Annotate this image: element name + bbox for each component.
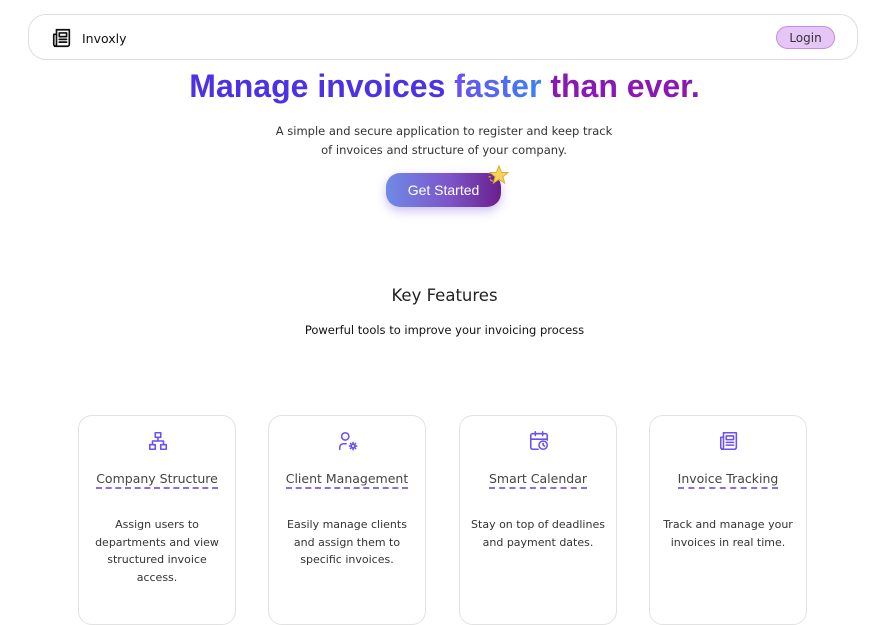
feature-card-client-management: Client Management Easily manage clients …	[268, 415, 426, 625]
user-gear-icon	[338, 431, 358, 451]
features-title: Key Features	[391, 286, 498, 305]
feature-title-wrap: Invoice Tracking	[650, 471, 806, 489]
top-navbar: Invoxly Login	[28, 14, 858, 60]
calendar-clock-icon	[529, 431, 549, 451]
hero-title-part2: faster	[454, 68, 542, 104]
feature-card-invoice-tracking: Invoice Tracking Track and manage your i…	[649, 415, 807, 625]
features-subtitle: Powerful tools to improve your invoicing…	[304, 323, 585, 337]
feature-title: Smart Calendar	[489, 471, 587, 489]
newspaper-icon	[52, 28, 71, 48]
feature-description: Easily manage clients and assign them to…	[287, 518, 407, 566]
feature-title-wrap: Client Management	[269, 471, 425, 489]
newspaper-icon	[719, 431, 738, 451]
hero-title-part3: than ever.	[541, 68, 700, 104]
star-icon	[488, 165, 510, 185]
feature-title-wrap: Company Structure	[79, 471, 235, 489]
feature-title-wrap: Smart Calendar	[460, 471, 616, 489]
feature-description: Track and manage your invoices in real t…	[663, 518, 793, 549]
hero-subtitle: A simple and secure application to regis…	[275, 124, 613, 157]
get-started-button[interactable]: Get Started	[386, 173, 501, 207]
brand-name: Invoxly	[82, 30, 127, 46]
feature-description: Stay on top of deadlines and payment dat…	[471, 518, 605, 549]
login-button[interactable]: Login	[776, 26, 835, 49]
feature-description: Assign users to departments and view str…	[95, 518, 219, 584]
hero-title: Manage invoices faster than ever.	[0, 64, 889, 108]
sitemap-icon	[148, 431, 168, 451]
feature-title: Client Management	[285, 471, 409, 489]
feature-card-company-structure: Company Structure Assign users to depart…	[78, 415, 236, 625]
feature-card-smart-calendar: Smart Calendar Stay on top of deadlines …	[459, 415, 617, 625]
feature-title: Invoice Tracking	[677, 471, 779, 489]
brand[interactable]: Invoxly	[51, 27, 127, 49]
feature-title: Company Structure	[96, 471, 218, 489]
hero-title-part1: Manage invoices	[189, 68, 455, 104]
